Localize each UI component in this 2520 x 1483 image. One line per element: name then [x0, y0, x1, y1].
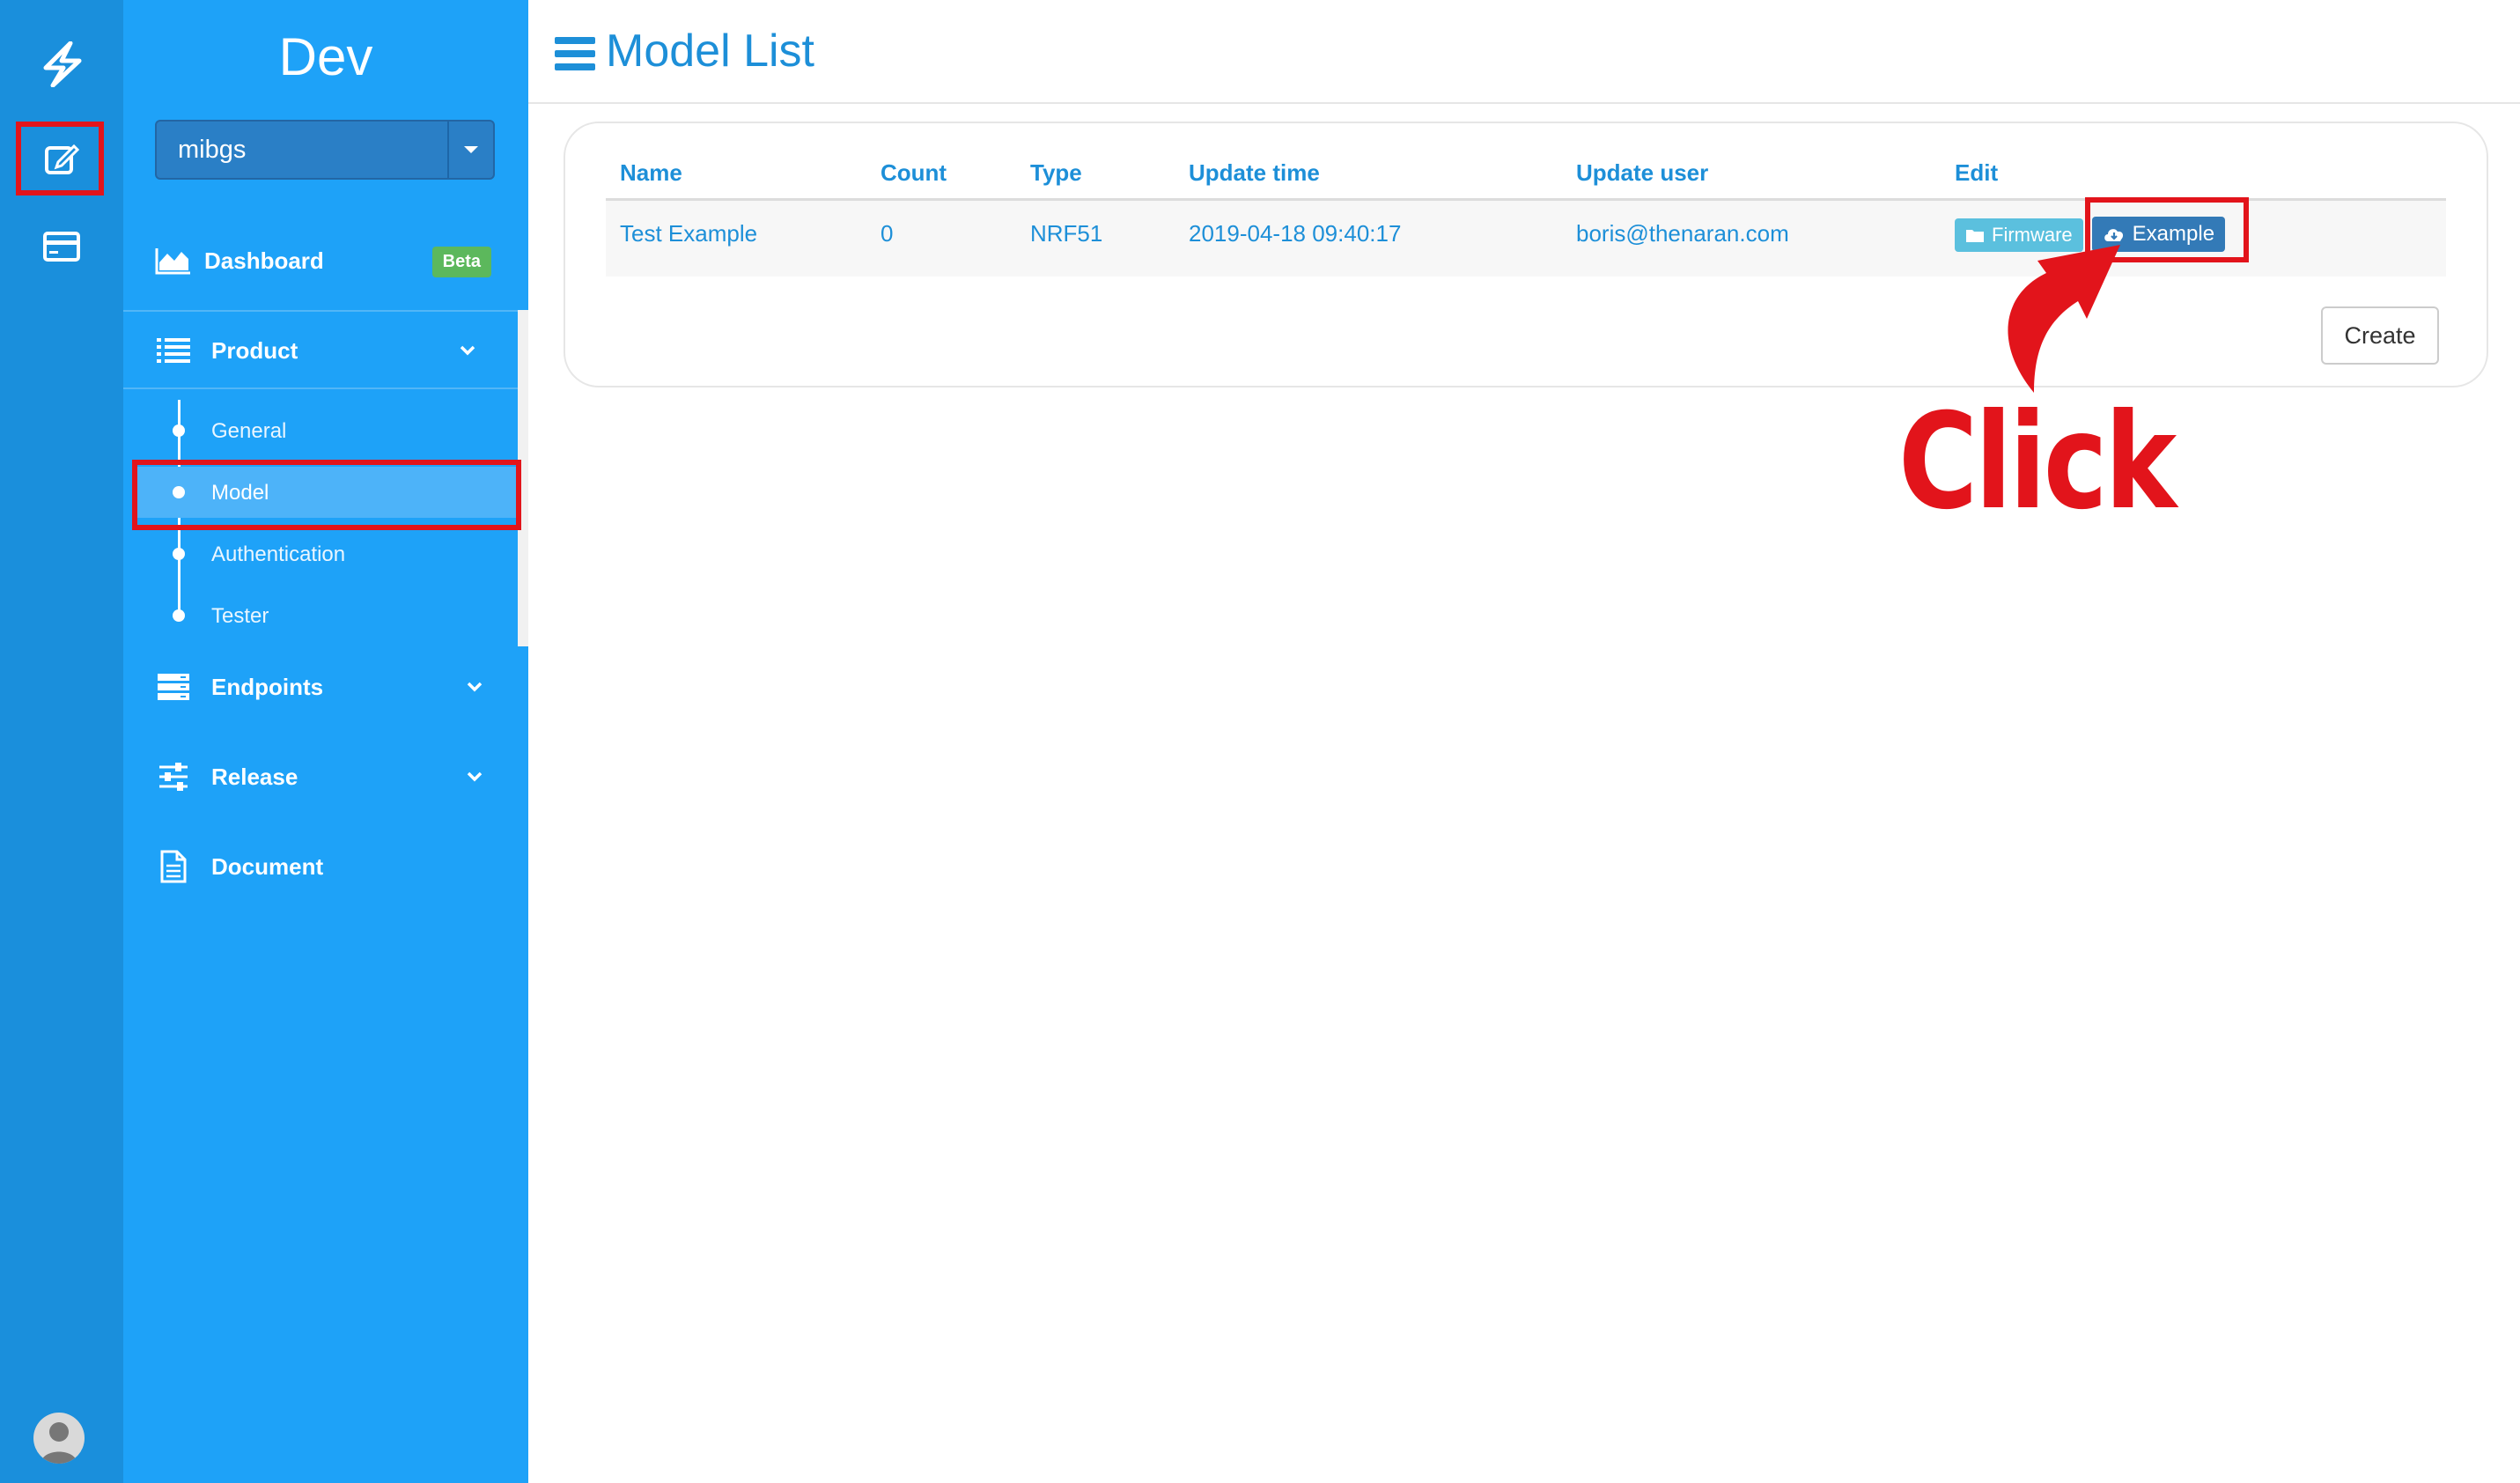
beta-badge: Beta: [431, 247, 491, 277]
document-icon: [155, 850, 192, 883]
click-annotation: Click: [1898, 386, 2177, 539]
sub-item-tester[interactable]: Tester: [123, 590, 516, 641]
column-header-count: Count: [866, 148, 1016, 201]
nav-divider: [123, 387, 521, 389]
sliders-icon: [155, 761, 192, 793]
nav-label-dashboard: Dashboard: [204, 247, 324, 274]
chevron-down-icon: [463, 675, 486, 698]
nav-item-dashboard[interactable]: Dashboard Beta: [123, 225, 528, 296]
tree-dot: [173, 424, 185, 437]
bolt-logo-icon[interactable]: [0, 33, 123, 95]
sub-label-authentication: Authentication: [211, 542, 346, 566]
sub-label-general: General: [211, 419, 287, 443]
nav-item-release[interactable]: Release: [123, 742, 528, 812]
list-icon: [155, 335, 192, 366]
sidebar-title: Dev: [278, 27, 373, 86]
column-header-name: Name: [606, 148, 866, 201]
page-header: Model List: [528, 0, 2520, 104]
sub-label-tester: Tester: [211, 604, 269, 628]
project-select-value: mibgs: [178, 136, 247, 164]
folder-icon: [1966, 229, 1984, 242]
user-avatar[interactable]: [33, 1413, 85, 1464]
cell-type: NRF51: [1016, 199, 1175, 277]
page-title: Model List: [606, 26, 814, 77]
model-highlight: [132, 460, 521, 530]
cell-update-user: boris@thenaran.com: [1562, 199, 1941, 277]
icon-rail: [0, 0, 123, 1483]
column-header-update-time: Update time: [1175, 148, 1562, 201]
tree-dot: [173, 548, 185, 560]
sidebar: Dev mibgs Dashboard Beta Product General…: [123, 0, 528, 1483]
nav-label-release: Release: [211, 763, 298, 790]
chevron-down-icon: [463, 765, 486, 788]
nav-label-document: Document: [211, 852, 324, 880]
nav-label-product: Product: [211, 336, 298, 364]
nav-item-product[interactable]: Product: [123, 315, 528, 386]
curved-arrow-icon: [2008, 245, 2120, 393]
cell-count: 0: [866, 199, 1016, 277]
chevron-down-icon: [456, 339, 479, 362]
create-button[interactable]: Create: [2321, 306, 2439, 365]
cell-name[interactable]: Test Example: [606, 199, 866, 277]
edit-icon-highlight: [16, 122, 104, 196]
area-chart-icon: [155, 245, 192, 277]
column-header-edit: Edit: [1941, 148, 2446, 201]
nav-divider: [123, 310, 521, 312]
menu-icon: [555, 37, 595, 70]
tree-dot: [173, 609, 185, 622]
card-icon[interactable]: [0, 220, 123, 273]
column-header-update-user: Update user: [1562, 148, 1941, 201]
column-header-type: Type: [1016, 148, 1175, 201]
sub-item-authentication[interactable]: Authentication: [123, 528, 516, 579]
nav-label-endpoints: Endpoints: [211, 673, 324, 700]
project-select[interactable]: mibgs: [155, 120, 495, 180]
nav-item-document[interactable]: Document: [123, 831, 528, 902]
cell-update-time: 2019-04-18 09:40:17: [1175, 199, 1562, 277]
caret-down-icon[interactable]: [447, 122, 493, 178]
sub-item-general[interactable]: General: [123, 405, 516, 456]
table-header-row: Name Count Type Update time Update user …: [606, 148, 2446, 201]
nav-item-endpoints[interactable]: Endpoints: [123, 652, 528, 722]
server-icon: [155, 671, 192, 703]
